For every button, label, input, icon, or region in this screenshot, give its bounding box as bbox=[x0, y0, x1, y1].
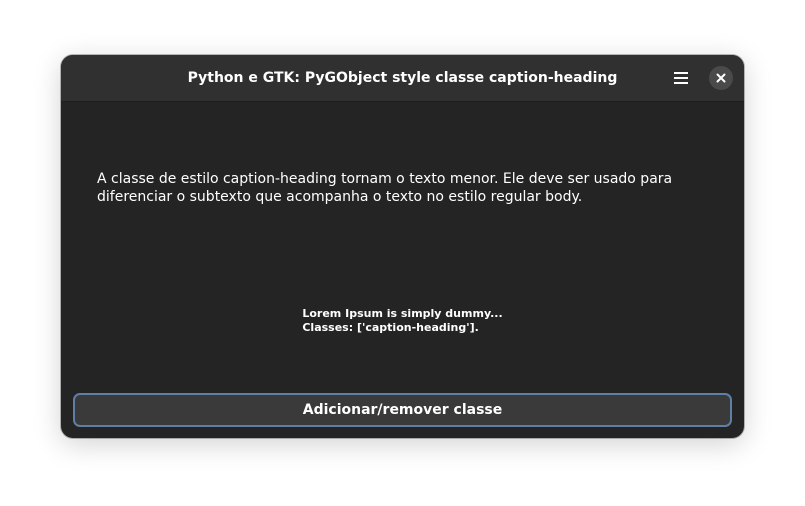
caption-label-line-2: Classes: ['caption-heading']. bbox=[302, 321, 479, 334]
close-button[interactable] bbox=[709, 66, 733, 90]
app-window: Python e GTK: PyGObject style classe cap… bbox=[61, 55, 744, 438]
close-icon bbox=[716, 73, 726, 83]
toggle-class-button[interactable]: Adicionar/remover classe bbox=[73, 393, 732, 427]
caption-label-line-1: Lorem Ipsum is simply dummy... bbox=[302, 307, 503, 320]
description-text: A classe de estilo caption-heading torna… bbox=[97, 171, 673, 205]
main-menu-button[interactable] bbox=[667, 64, 695, 92]
header-bar: Python e GTK: PyGObject style classe cap… bbox=[61, 55, 744, 102]
window-title: Python e GTK: PyGObject style classe cap… bbox=[187, 70, 618, 86]
caption-heading-label: Lorem Ipsum is simply dummy... Classes: … bbox=[61, 307, 744, 335]
